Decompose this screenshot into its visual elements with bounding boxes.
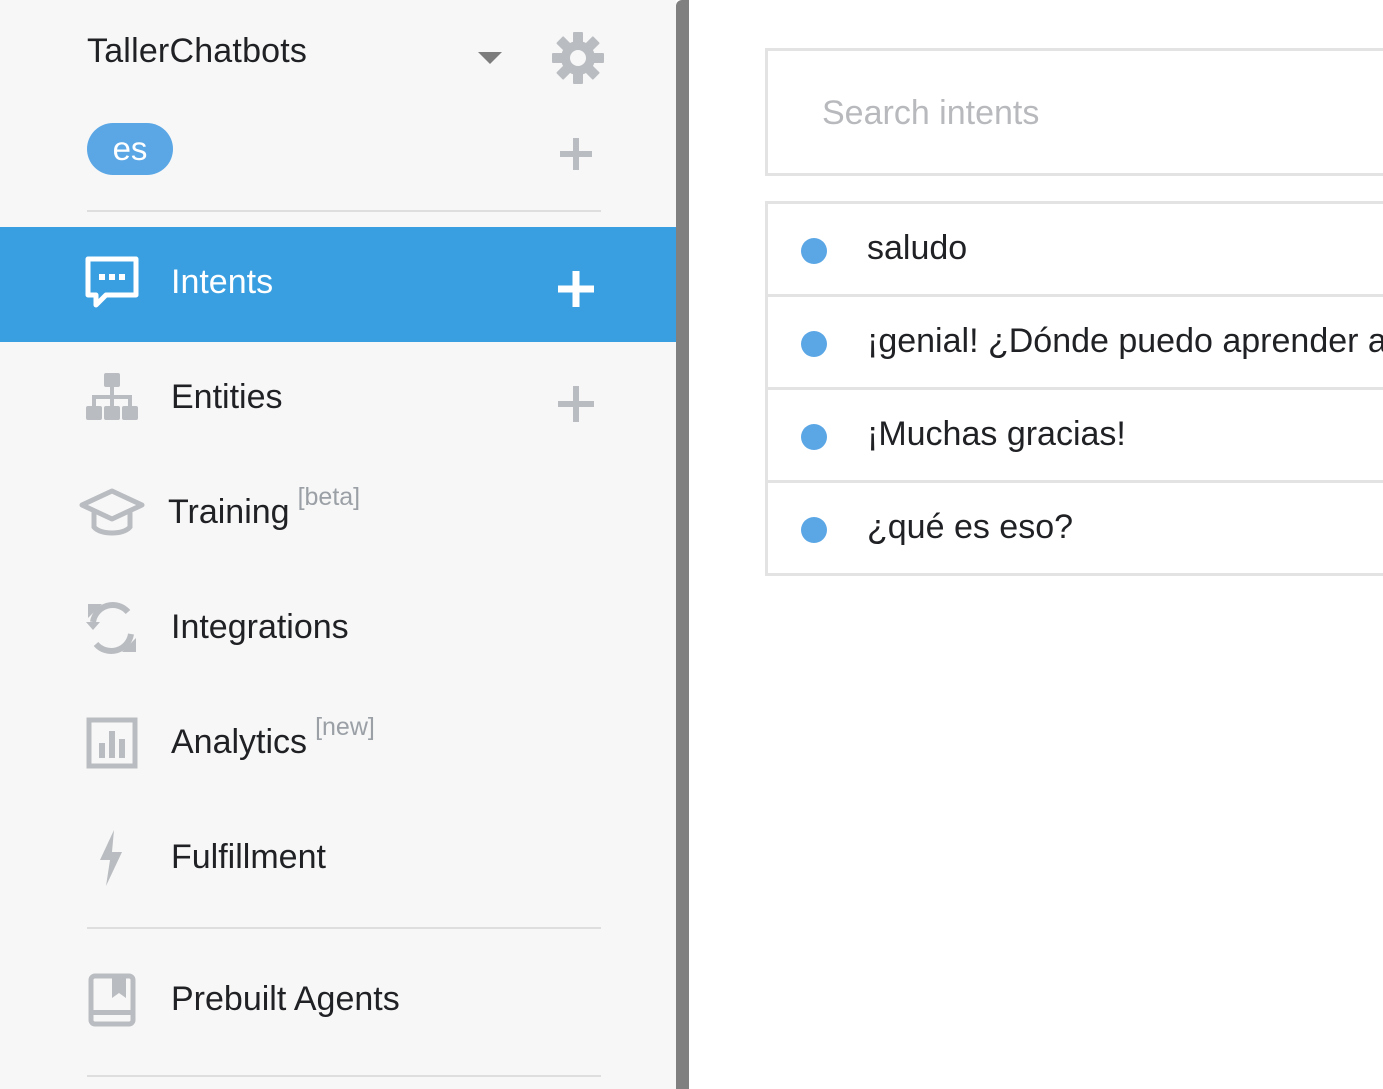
fulfillment-label: Fulfillment (171, 838, 326, 876)
sidebar-item-label: Analytics [new] (171, 713, 375, 762)
intent-row[interactable]: saludo (768, 204, 1383, 297)
entities-label: Entities (171, 378, 283, 416)
chat-bubble-icon (85, 256, 139, 308)
intent-row[interactable]: ¿qué es eso? (768, 483, 1383, 573)
sidebar-item-label: Training [beta] (168, 483, 360, 532)
chevron-down-icon[interactable] (476, 48, 504, 66)
scrollbar-thumb[interactable] (676, 0, 689, 1089)
intent-status-dot (801, 424, 827, 450)
sync-icon (86, 601, 136, 655)
add-intent-plus-icon[interactable] (554, 267, 598, 311)
intent-row[interactable]: ¡Muchas gracias! (768, 390, 1383, 483)
hierarchy-icon (86, 373, 138, 420)
sidebar-item-label: Integrations (171, 608, 349, 647)
divider (87, 1075, 601, 1077)
search-box[interactable] (765, 48, 1383, 176)
sidebar-item-training[interactable]: Training [beta] (0, 457, 676, 572)
graduation-cap-icon (79, 488, 145, 536)
sidebar-item-intents[interactable]: Intents (0, 227, 676, 342)
sidebar-item-integrations[interactable]: Integrations (0, 572, 676, 687)
sidebar-item-label: Fulfillment (171, 838, 326, 877)
sidebar: TallerChatbots es Intents Entities Train… (0, 0, 676, 1089)
intent-status-dot (801, 331, 827, 357)
sidebar-item-label: Prebuilt Agents (171, 980, 400, 1019)
intent-status-dot (801, 238, 827, 264)
prebuilt-agents-label: Prebuilt Agents (171, 980, 400, 1018)
sidebar-item-label: Entities (171, 378, 283, 417)
agent-name[interactable]: TallerChatbots (87, 32, 307, 71)
sidebar-item-prebuilt-agents[interactable]: Prebuilt Agents (0, 950, 676, 1065)
sidebar-item-fulfillment[interactable]: Fulfillment (0, 802, 676, 917)
sidebar-item-entities[interactable]: Entities (0, 342, 676, 457)
sidebar-item-label: Intents (171, 263, 273, 302)
sidebar-item-analytics[interactable]: Analytics [new] (0, 687, 676, 802)
language-badge[interactable]: es (87, 123, 173, 175)
divider (87, 210, 601, 212)
gear-icon[interactable] (550, 30, 606, 86)
intent-name: ¿qué es eso? (867, 508, 1074, 546)
intent-status-dot (801, 517, 827, 543)
intent-row[interactable]: ¡genial! ¿Dónde puedo aprender a (768, 297, 1383, 390)
intent-name: ¡genial! ¿Dónde puedo aprender a (867, 322, 1383, 360)
analytics-label: Analytics (171, 723, 308, 761)
intent-list: saludo ¡genial! ¿Dónde puedo aprender a … (765, 201, 1383, 576)
bar-chart-icon (86, 717, 138, 769)
search-intents-input[interactable] (822, 89, 1382, 137)
beta-badge: [beta] (297, 483, 361, 511)
divider (87, 927, 601, 929)
sidebar-scrollbar[interactable] (676, 0, 689, 1089)
intents-label: Intents (171, 263, 274, 301)
training-label: Training (168, 493, 290, 531)
intent-name: saludo (867, 229, 968, 267)
book-icon (88, 973, 136, 1027)
integrations-label: Integrations (171, 608, 349, 646)
intent-name: ¡Muchas gracias! (867, 415, 1126, 453)
lightning-icon (100, 830, 122, 886)
add-language-plus-icon[interactable] (556, 134, 596, 174)
add-entity-plus-icon[interactable] (554, 382, 598, 426)
new-badge: [new] (315, 713, 375, 741)
